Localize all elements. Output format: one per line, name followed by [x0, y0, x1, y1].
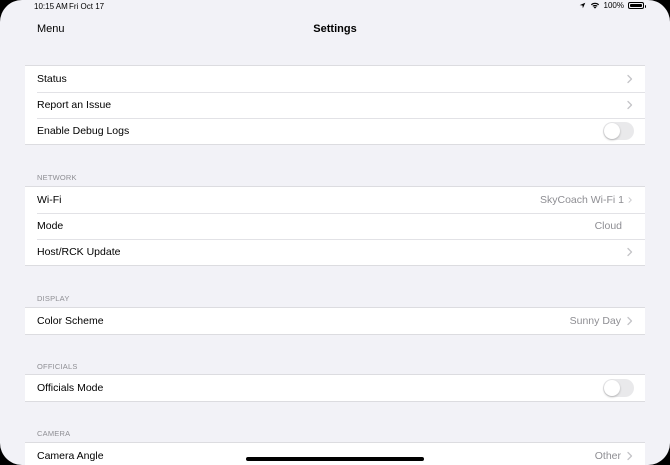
- display-section-header: DISPLAY: [37, 294, 70, 303]
- officials-mode-toggle[interactable]: [603, 379, 634, 397]
- navigation-bar: Menu Settings: [0, 14, 670, 48]
- status-indicators: 100%: [579, 1, 646, 10]
- chevron-right-icon: [628, 197, 632, 203]
- status-time: 10:15 AM: [34, 2, 68, 11]
- chevron-right-icon: [627, 74, 633, 84]
- location-arrow-icon: [579, 2, 585, 9]
- general-group: Status Report an Issue Enable Debug Logs: [25, 65, 645, 145]
- officials-mode-label: Officials Mode: [37, 382, 104, 394]
- battery-percent: 100%: [603, 1, 624, 10]
- report-issue-row[interactable]: Report an Issue: [25, 92, 645, 118]
- status-date: Fri Oct 17: [69, 2, 105, 11]
- host-rck-update-accessory: [625, 247, 634, 257]
- battery-icon: [628, 2, 646, 9]
- host-rck-update-label: Host/RCK Update: [37, 246, 121, 258]
- officials-group: Officials Mode: [25, 374, 645, 402]
- chevron-right-icon: [627, 451, 633, 461]
- chevron-right-icon: [627, 100, 633, 110]
- page-title: Settings: [313, 23, 357, 35]
- color-scheme-value: Sunny Day: [569, 315, 621, 327]
- camera-group: Camera Angle Other: [25, 442, 645, 465]
- home-indicator[interactable]: [246, 457, 424, 461]
- host-rck-update-row[interactable]: Host/RCK Update: [25, 239, 645, 265]
- wifi-row[interactable]: Wi-Fi SkyCoach Wi-Fi 1: [25, 187, 645, 213]
- network-group: Wi-Fi SkyCoach Wi-Fi 1 Mode Cloud Host/R…: [25, 186, 645, 266]
- mode-accessory: Cloud: [595, 220, 622, 232]
- officials-mode-row: Officials Mode: [25, 375, 645, 401]
- wifi-value: SkyCoach Wi-Fi 1: [539, 194, 624, 206]
- camera-angle-row[interactable]: Camera Angle Other: [25, 443, 645, 465]
- chevron-right-icon: [627, 247, 633, 257]
- status-bar: 10:15 AM Fri Oct 17 100%: [0, 0, 670, 14]
- color-scheme-label: Color Scheme: [37, 315, 104, 327]
- status-row[interactable]: Status: [25, 66, 645, 92]
- wifi-label: Wi-Fi: [37, 194, 62, 206]
- display-group: Color Scheme Sunny Day: [25, 307, 645, 335]
- debug-logs-label: Enable Debug Logs: [37, 125, 130, 137]
- mode-value: Cloud: [594, 220, 622, 232]
- toggle-knob: [604, 380, 620, 396]
- network-section-header: NETWORK: [37, 173, 77, 182]
- mode-row[interactable]: Mode Cloud: [25, 213, 645, 239]
- report-issue-label: Report an Issue: [37, 99, 112, 111]
- officials-section-header: OFFICIALS: [37, 362, 78, 371]
- camera-angle-label: Camera Angle: [37, 450, 104, 462]
- report-issue-accessory: [625, 100, 634, 110]
- debug-logs-toggle[interactable]: [603, 122, 634, 140]
- mode-label: Mode: [37, 220, 64, 232]
- color-scheme-row[interactable]: Color Scheme Sunny Day: [25, 308, 645, 334]
- toggle-knob: [604, 123, 620, 139]
- camera-angle-value: Other: [594, 450, 621, 462]
- color-scheme-accessory: Sunny Day: [570, 315, 634, 327]
- chevron-right-icon: [627, 316, 633, 326]
- status-accessory: [625, 74, 634, 84]
- wifi-accessory: SkyCoach Wi-Fi 1: [540, 194, 634, 206]
- settings-screen: 10:15 AM Fri Oct 17 100% Menu Settings S…: [0, 0, 670, 465]
- debug-logs-row: Enable Debug Logs: [25, 118, 645, 144]
- camera-angle-accessory: Other: [595, 450, 634, 462]
- camera-section-header: CAMERA: [37, 429, 71, 438]
- wifi-icon: [590, 2, 599, 9]
- status-label: Status: [37, 73, 67, 85]
